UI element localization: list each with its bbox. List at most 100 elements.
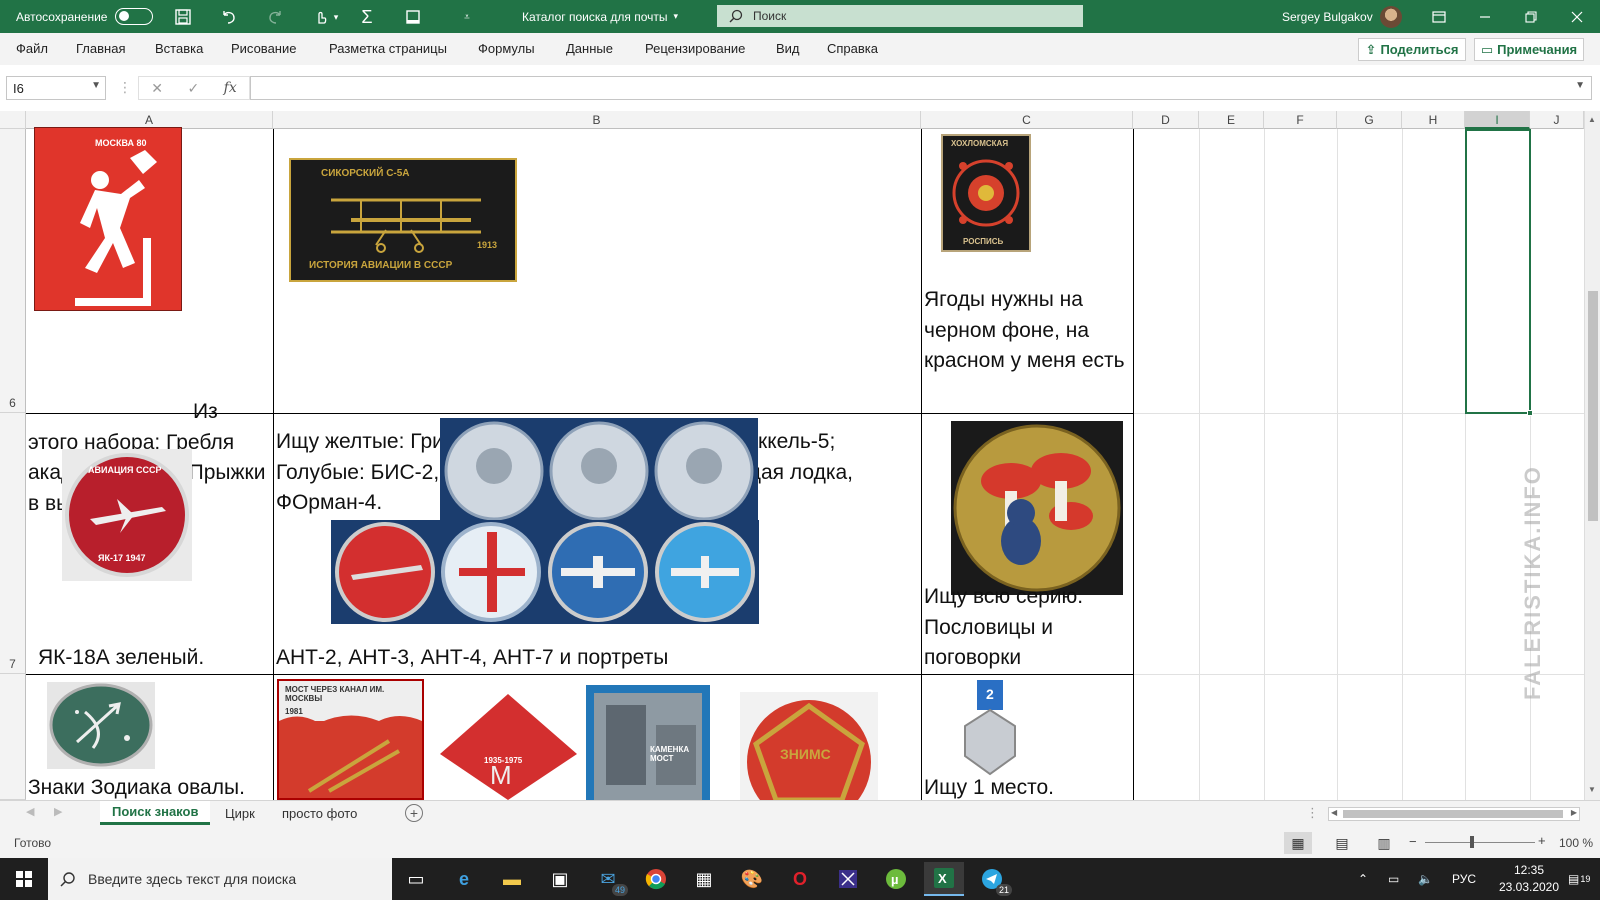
tab-help[interactable]: Справка: [827, 41, 878, 56]
scroll-right-icon[interactable]: ▶: [1571, 808, 1577, 817]
worksheet-grid[interactable]: A B C D E F G H I J 6 7 МОСКВА 80 Из это…: [0, 111, 1584, 800]
customize-toolbar-icon[interactable]: ⩡: [456, 6, 478, 28]
tab-insert[interactable]: Вставка: [155, 41, 203, 56]
chevron-down-icon[interactable]: ▾: [330, 6, 342, 28]
add-sheet-button[interactable]: +: [405, 804, 423, 822]
zoom-slider-knob[interactable]: [1470, 836, 1474, 848]
cell-a8[interactable]: Знаки Зодиака овалы.: [28, 773, 273, 800]
zoom-slider[interactable]: [1425, 842, 1535, 843]
formula-input[interactable]: ▼: [250, 76, 1592, 100]
taskbar-clock[interactable]: 12:35 23.03.2020: [1494, 862, 1564, 896]
task-view-icon[interactable]: ▭: [396, 862, 436, 896]
input-language[interactable]: РУС: [1452, 858, 1476, 900]
share-button[interactable]: ⇪ Поделиться: [1358, 38, 1466, 61]
name-box[interactable]: I6 ▼: [6, 76, 106, 100]
cell-c6[interactable]: Ягоды нужны на черном фоне, на красном у…: [924, 285, 1129, 377]
cell-c8[interactable]: Ищу 1 место.: [924, 773, 1129, 800]
media-app-icon[interactable]: [828, 862, 868, 896]
row-header-6[interactable]: 6: [0, 129, 26, 413]
scroll-down-icon[interactable]: ▼: [1588, 785, 1596, 794]
file-explorer-icon[interactable]: ▬: [492, 862, 532, 896]
vertical-scrollbar[interactable]: ▲ ▼: [1584, 111, 1600, 800]
mail-icon[interactable]: ✉ 49: [588, 862, 628, 896]
page-layout-icon[interactable]: ▤: [1328, 832, 1356, 854]
sheet-tab-circus[interactable]: Цирк: [213, 801, 267, 825]
volume-icon[interactable]: 🔈: [1418, 858, 1433, 900]
column-header-h[interactable]: H: [1402, 111, 1465, 129]
paint-icon[interactable]: 🎨: [732, 862, 772, 896]
column-header-b[interactable]: B: [273, 111, 921, 129]
undo-icon[interactable]: [218, 6, 240, 28]
sheet-tab-photos[interactable]: просто фото: [270, 801, 369, 825]
windows-start-icon[interactable]: [0, 858, 48, 900]
row-header-7[interactable]: 7: [0, 413, 26, 674]
selected-cell-i6[interactable]: [1465, 129, 1531, 414]
store-icon[interactable]: ▣: [540, 862, 580, 896]
edge-icon[interactable]: e: [444, 862, 484, 896]
excel-icon[interactable]: X: [924, 862, 964, 896]
column-header-d[interactable]: D: [1133, 111, 1199, 129]
tab-formulas[interactable]: Формулы: [478, 41, 535, 56]
show-hidden-icons-icon[interactable]: ⌃: [1358, 858, 1368, 900]
normal-view-icon[interactable]: ▦: [1284, 832, 1312, 854]
calculator-icon[interactable]: ▦: [684, 862, 724, 896]
avatar[interactable]: [1380, 6, 1402, 28]
touch-mode-icon[interactable]: [310, 6, 332, 28]
enter-icon[interactable]: ✓: [187, 80, 199, 97]
scroll-left-icon[interactable]: ◀: [1331, 808, 1337, 817]
expand-formula-icon[interactable]: ▼: [1575, 80, 1585, 91]
column-header-g[interactable]: G: [1337, 111, 1402, 129]
select-all-button[interactable]: [0, 111, 26, 129]
close-icon[interactable]: [1566, 6, 1588, 28]
zoom-in-icon[interactable]: +: [1538, 833, 1546, 848]
chrome-icon[interactable]: [636, 862, 676, 896]
prev-sheet-icon[interactable]: ◀: [26, 805, 34, 818]
tab-home[interactable]: Главная: [76, 41, 125, 56]
cell-a7[interactable]: ЯК-18А зеленый.: [38, 643, 268, 674]
sheet-tab-search[interactable]: Поиск знаков: [100, 801, 211, 825]
tab-view[interactable]: Вид: [776, 41, 800, 56]
borders-icon[interactable]: [402, 6, 424, 28]
zoom-level[interactable]: 100 %: [1559, 836, 1593, 850]
cell-b7[interactable]: АНТ-2, АНТ-3, АНТ-4, АНТ-7 и портреты: [276, 643, 916, 674]
ribbon-display-options-icon[interactable]: [1428, 6, 1450, 28]
scroll-up-icon[interactable]: ▲: [1588, 115, 1596, 124]
hscroll-thumb[interactable]: [1343, 810, 1563, 818]
column-header-i[interactable]: I: [1465, 111, 1530, 129]
tab-file[interactable]: Файл: [16, 41, 48, 56]
column-header-c[interactable]: C: [921, 111, 1133, 129]
chevron-down-icon[interactable]: ▼: [91, 80, 101, 91]
tab-review[interactable]: Рецензирование: [645, 41, 745, 56]
save-icon[interactable]: [172, 6, 194, 28]
cell-c7[interactable]: Ищу всю серию. Пословицы и поговорки: [924, 582, 1129, 674]
utorrent-icon[interactable]: µ: [876, 862, 916, 896]
restore-icon[interactable]: [1520, 6, 1542, 28]
zoom-out-icon[interactable]: −: [1409, 834, 1417, 849]
opera-icon[interactable]: O: [780, 862, 820, 896]
redo-icon[interactable]: [264, 6, 286, 28]
search-box[interactable]: Поиск: [717, 5, 1083, 27]
autosum-icon[interactable]: Σ: [356, 6, 378, 28]
tab-draw[interactable]: Рисование: [231, 41, 296, 56]
page-break-preview-icon[interactable]: ▥: [1370, 832, 1398, 854]
scroll-thumb[interactable]: [1588, 291, 1598, 521]
autosave-toggle[interactable]: [115, 8, 153, 25]
taskbar-search[interactable]: Введите здесь текст для поиска: [48, 858, 392, 900]
cancel-icon[interactable]: ✕: [151, 80, 163, 97]
insert-function-icon[interactable]: fx: [224, 80, 237, 96]
minimize-icon[interactable]: [1474, 6, 1496, 28]
user-name[interactable]: Sergey Bulgakov: [1282, 0, 1373, 33]
notifications-icon[interactable]: ▤ 19: [1568, 858, 1590, 900]
horizontal-scrollbar[interactable]: ◀ ▶: [1328, 807, 1580, 821]
tab-page-layout[interactable]: Разметка страницы: [329, 41, 447, 56]
document-title[interactable]: Каталог поиска для почты ▾: [522, 0, 678, 33]
telegram-icon[interactable]: 21: [972, 862, 1012, 896]
next-sheet-icon[interactable]: ▶: [54, 805, 62, 818]
row-header-8[interactable]: [0, 674, 26, 800]
comments-button[interactable]: ▭ Примечания: [1474, 38, 1584, 61]
column-header-f[interactable]: F: [1264, 111, 1337, 129]
tab-data[interactable]: Данные: [566, 41, 613, 56]
network-icon[interactable]: ▭: [1388, 858, 1399, 900]
fill-handle[interactable]: [1527, 410, 1533, 416]
column-header-j[interactable]: J: [1530, 111, 1584, 129]
